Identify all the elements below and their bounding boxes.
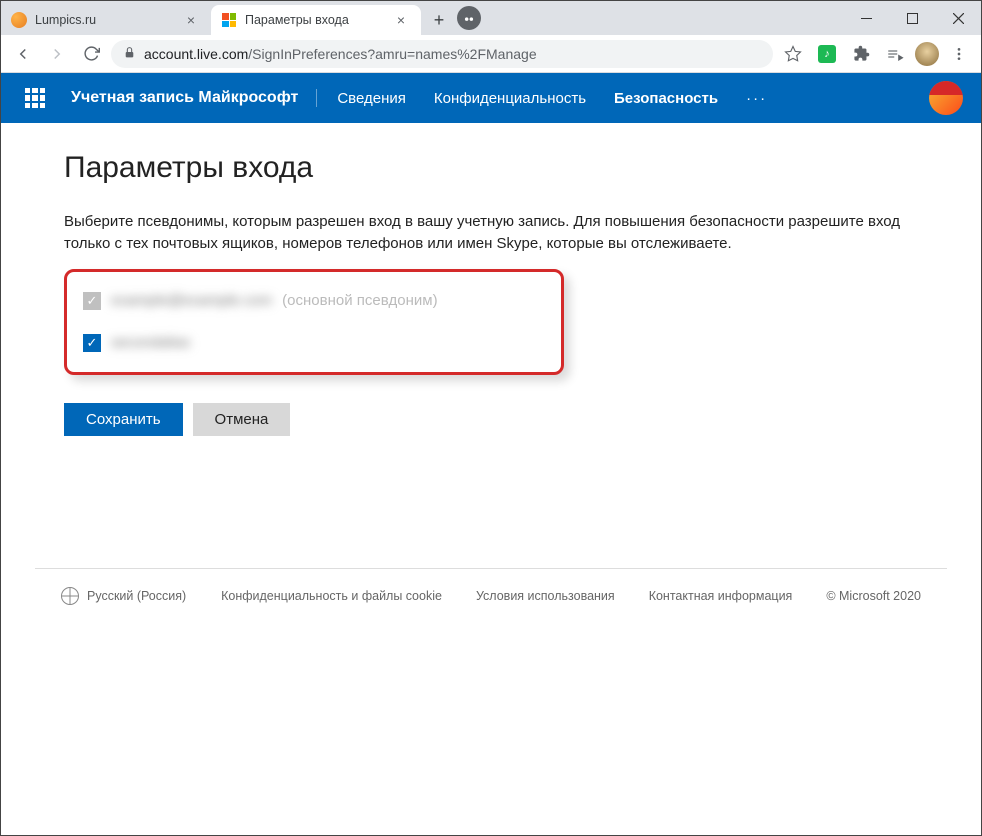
footer-copyright: © Microsoft 2020 [826,589,921,603]
tab-title: Lumpics.ru [35,13,175,27]
window-controls [843,1,981,35]
browser-titlebar: Lumpics.ru × Параметры входа × + [1,1,981,35]
close-window-button[interactable] [935,1,981,35]
new-tab-button[interactable]: + [425,6,453,34]
alias-row-secondary: ✓ secondalias [83,322,545,358]
browser-tab-1[interactable]: Параметры входа × [211,5,421,35]
nav-security[interactable]: Безопасность [614,90,718,107]
browser-toolbar: account.live.com/SignInPreferences?amru=… [1,35,981,73]
lock-icon [123,46,136,62]
button-row: Сохранить Отмена [64,403,918,436]
ms-brand-label[interactable]: Учетная запись Майкрософт [71,89,317,107]
page-content: Параметры входа Выберите псевдонимы, кот… [18,123,964,643]
alias-suffix: (основной псевдоним) [282,292,437,309]
minimize-button[interactable] [843,1,889,35]
maximize-button[interactable] [889,1,935,35]
url-text: account.live.com/SignInPreferences?amru=… [144,46,537,62]
footer-terms-link[interactable]: Условия использования [476,589,615,603]
incognito-indicator [457,6,481,30]
favicon-lumpics [11,12,27,28]
nav-info[interactable]: Сведения [337,90,406,107]
close-icon[interactable]: × [393,12,409,28]
ms-nav: Сведения Конфиденциальность Безопасность… [337,90,767,107]
forward-button[interactable] [43,40,71,68]
ms-account-header: Учетная запись Майкрософт Сведения Конфи… [1,73,981,123]
profile-avatar[interactable] [915,42,939,66]
alias-highlight-box: ✓ example@example.com (основной псевдони… [64,269,564,375]
menu-button[interactable] [945,40,973,68]
language-label: Русский (Россия) [87,589,186,603]
language-selector[interactable]: Русский (Россия) [61,587,186,605]
app-launcher-icon[interactable] [19,82,51,114]
page-title: Параметры входа [64,151,918,185]
tab-title: Параметры входа [245,13,385,27]
checkbox-checked[interactable]: ✓ [83,334,101,352]
favicon-microsoft [221,12,237,28]
save-button[interactable]: Сохранить [64,403,183,436]
browser-tab-0[interactable]: Lumpics.ru × [1,5,211,35]
globe-icon [61,587,79,605]
extension-music-icon[interactable]: ♪ [813,40,841,68]
cancel-button[interactable]: Отмена [193,403,291,436]
extensions-icon[interactable] [847,40,875,68]
alias-name-masked: example@example.com [111,292,272,309]
nav-privacy[interactable]: Конфиденциальность [434,90,586,107]
media-control-icon[interactable] [881,40,909,68]
back-button[interactable] [9,40,37,68]
footer-privacy-link[interactable]: Конфиденциальность и файлы cookie [221,589,442,603]
account-avatar[interactable] [929,81,963,115]
page-description: Выберите псевдонимы, которым разрешен вх… [64,211,918,255]
alias-name-masked: secondalias [111,334,190,351]
reload-button[interactable] [77,40,105,68]
close-icon[interactable]: × [183,12,199,28]
nav-more-icon[interactable]: ··· [746,90,767,107]
bookmark-star-icon[interactable] [779,40,807,68]
address-bar[interactable]: account.live.com/SignInPreferences?amru=… [111,40,773,68]
footer-contact-link[interactable]: Контактная информация [649,589,793,603]
footer-links: Конфиденциальность и файлы cookie Услови… [221,589,921,603]
page-footer: Русский (Россия) Конфиденциальность и фа… [35,568,947,623]
alias-row-primary: ✓ example@example.com (основной псевдони… [83,286,545,322]
checkbox-disabled: ✓ [83,292,101,310]
